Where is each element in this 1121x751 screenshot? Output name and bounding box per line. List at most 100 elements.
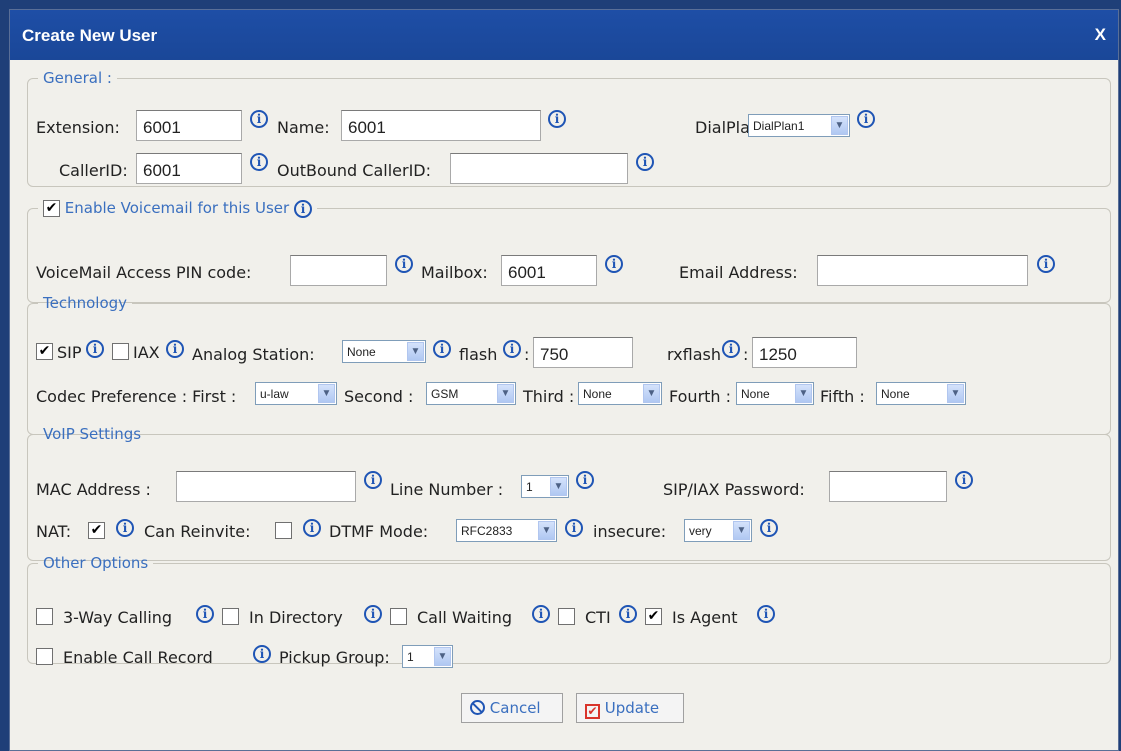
line-number-label: Line Number : (390, 480, 504, 499)
chevron-down-icon: ▼ (407, 342, 424, 361)
cancel-button[interactable]: Cancel (461, 693, 563, 723)
call-waiting-label: Call Waiting (417, 608, 513, 627)
email-label: Email Address: (679, 262, 798, 282)
three-way-calling-checkbox[interactable] (36, 608, 53, 625)
codec-first-select[interactable]: u-law ▼ (255, 382, 337, 405)
flash-label: flash (459, 345, 498, 364)
email-input[interactable] (817, 254, 1028, 286)
chevron-down-icon: ▼ (733, 521, 750, 540)
insecure-value: very (689, 524, 712, 538)
outbound-callerid-label: OutBound CallerID: (277, 161, 432, 180)
codec-fifth-label: Fifth : (820, 387, 865, 406)
info-icon[interactable]: i (86, 340, 104, 358)
analog-station-select[interactable]: None ▼ (342, 340, 426, 363)
name-input[interactable]: 6001 (341, 110, 541, 141)
sip-checkbox[interactable]: ✔ (36, 343, 53, 360)
info-icon[interactable]: i (303, 519, 321, 537)
info-icon[interactable]: i (250, 153, 268, 171)
pin-input[interactable] (290, 254, 387, 286)
info-icon[interactable]: i (166, 340, 184, 358)
other-options-section: Other Options 3-Way Calling i In Directo… (27, 554, 1111, 668)
pickup-group-select[interactable]: 1 ▼ (402, 645, 453, 668)
info-icon[interactable]: i (548, 110, 566, 128)
codec-fourth-select[interactable]: None ▼ (736, 382, 814, 405)
info-icon[interactable]: i (253, 645, 271, 663)
callerid-input[interactable]: 6001 (136, 153, 242, 184)
dtmf-mode-select[interactable]: RFC2833 ▼ (456, 519, 557, 542)
info-icon[interactable]: i (532, 605, 550, 623)
general-legend: General : (43, 69, 112, 87)
outbound-callerid-input[interactable] (450, 153, 628, 184)
info-icon[interactable]: i (395, 254, 413, 273)
voip-legend: VoIP Settings (43, 425, 142, 443)
analog-station-label: Analog Station: (192, 345, 315, 364)
codec-third-select[interactable]: None ▼ (578, 382, 662, 405)
call-waiting-checkbox[interactable] (390, 608, 407, 625)
info-icon[interactable]: i (364, 471, 382, 489)
codec-second-select[interactable]: GSM ▼ (426, 382, 516, 405)
info-icon[interactable]: i (636, 153, 654, 171)
cancel-label: Cancel (489, 699, 541, 717)
info-icon[interactable]: i (433, 340, 451, 358)
info-icon[interactable]: i (722, 340, 740, 358)
can-reinvite-checkbox[interactable] (275, 522, 292, 539)
iax-checkbox[interactable] (112, 343, 129, 360)
voicemail-legend: ✔ Enable Voicemail for this User i (38, 199, 317, 218)
info-icon[interactable]: i (955, 471, 973, 489)
enable-call-record-checkbox[interactable] (36, 648, 53, 665)
insecure-select[interactable]: very ▼ (684, 519, 752, 542)
chevron-down-icon: ▼ (831, 116, 848, 135)
other-options-legend: Other Options (43, 554, 149, 572)
in-directory-checkbox[interactable] (222, 608, 239, 625)
nat-checkbox[interactable]: ✔ (88, 522, 105, 539)
password-input[interactable] (829, 471, 947, 502)
checkbox-icon: ✔ (585, 704, 600, 719)
info-icon[interactable]: i (364, 605, 382, 623)
close-button[interactable]: X (1095, 25, 1106, 45)
analog-station-value: None (347, 345, 376, 359)
dialog-title: Create New User (22, 26, 158, 45)
codec-second-value: GSM (431, 387, 459, 401)
voicemail-checkbox[interactable]: ✔ (43, 200, 60, 217)
info-icon[interactable]: i (576, 471, 594, 489)
chevron-down-icon: ▼ (497, 384, 514, 403)
info-icon[interactable]: i (293, 199, 312, 218)
title-bar: Create New User X (10, 10, 1118, 60)
dialplan-select[interactable]: DialPlan1 ▼ (748, 114, 850, 137)
rxflash-input[interactable]: 1250 (752, 337, 857, 368)
line-number-select[interactable]: 1 ▼ (521, 475, 569, 498)
flash-input[interactable]: 750 (533, 337, 633, 368)
mailbox-input[interactable]: 6001 (501, 254, 597, 286)
info-icon[interactable]: i (857, 110, 875, 128)
info-icon[interactable]: i (619, 605, 637, 623)
chevron-down-icon: ▼ (550, 477, 567, 496)
extension-label: Extension: (36, 118, 120, 137)
codec-fifth-select[interactable]: None ▼ (876, 382, 966, 405)
is-agent-label: Is Agent (672, 608, 738, 627)
technology-legend: Technology (43, 294, 128, 312)
info-icon[interactable]: i (116, 519, 134, 537)
info-icon[interactable]: i (605, 254, 623, 273)
is-agent-checkbox[interactable]: ✔ (645, 608, 662, 625)
info-icon[interactable]: i (1037, 254, 1055, 273)
update-button[interactable]: ✔ Update (576, 693, 684, 723)
mac-address-input[interactable] (176, 471, 356, 502)
info-icon[interactable]: i (250, 110, 268, 128)
update-label: Update (604, 699, 660, 717)
callerid-label: CallerID: (59, 161, 128, 180)
create-user-dialog: Create New User X General : Extension: 6… (9, 9, 1119, 751)
cti-checkbox[interactable] (558, 608, 575, 625)
can-reinvite-label: Can Reinvite: (144, 522, 251, 541)
iax-label[interactable]: IAX (133, 343, 160, 362)
chevron-down-icon: ▼ (947, 384, 964, 403)
info-icon[interactable]: i (760, 519, 778, 537)
info-icon[interactable]: i (196, 605, 214, 623)
dtmf-mode-label: DTMF Mode: (329, 522, 429, 541)
info-icon[interactable]: i (565, 519, 583, 537)
extension-input[interactable]: 6001 (136, 110, 242, 141)
info-icon[interactable]: i (757, 605, 775, 623)
codec-first-label: Codec Preference : First : (36, 387, 237, 406)
general-section: General : Extension: 6001 i Name: 6001 i… (27, 69, 1111, 187)
info-icon[interactable]: i (503, 340, 521, 358)
chevron-down-icon: ▼ (643, 384, 660, 403)
